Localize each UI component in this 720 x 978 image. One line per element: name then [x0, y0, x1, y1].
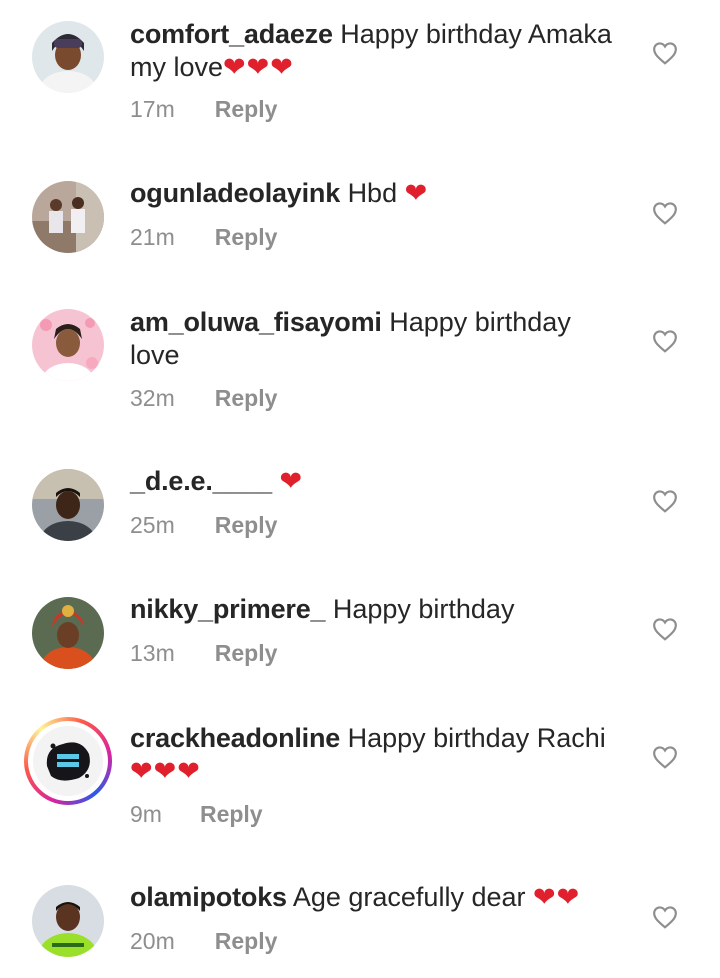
comment-text: ogunladeolayink Hbd ❤ — [130, 177, 620, 210]
reply-button[interactable]: Reply — [215, 928, 278, 955]
comment-body: Happy birthday — [332, 594, 515, 624]
avatar[interactable] — [32, 21, 104, 93]
comment-username[interactable]: crackheadonline — [130, 723, 340, 753]
comment-username[interactable]: _d.e.e.____ — [130, 466, 272, 496]
profile-photo-icon — [32, 885, 104, 957]
comment-timestamp: 13m — [130, 640, 175, 666]
story-ring-inner — [28, 721, 108, 801]
avatar[interactable] — [32, 885, 104, 957]
reply-button[interactable]: Reply — [215, 224, 278, 251]
like-heart-icon[interactable] — [652, 41, 678, 65]
comment-username[interactable]: am_oluwa_fisayomi — [130, 307, 382, 337]
comment-username[interactable]: ogunladeolayink — [130, 178, 340, 208]
comment-text: olamipotoks Age gracefully dear ❤❤ — [130, 881, 620, 914]
like-heart-icon[interactable] — [652, 905, 678, 929]
comment-body: Hbd — [347, 178, 405, 208]
heart-emoji: ❤❤❤ — [130, 756, 201, 786]
comment-username[interactable]: nikky_primere_ — [130, 594, 326, 624]
like-heart-icon[interactable] — [652, 489, 678, 513]
comment-meta: 13m Reply — [130, 640, 277, 667]
comment-body-line2: my love — [130, 52, 224, 82]
comment-body: Age gracefully dear — [292, 882, 533, 912]
profile-photo-icon — [32, 21, 104, 93]
comment-username[interactable]: comfort_adaeze — [130, 19, 333, 49]
comment-meta: 25m Reply — [130, 512, 277, 539]
comment-meta: 20m Reply — [130, 928, 277, 955]
reply-button[interactable]: Reply — [200, 801, 263, 828]
comment-timestamp: 25m — [130, 512, 175, 538]
profile-photo-icon — [32, 181, 104, 253]
comment-meta: 32m Reply — [130, 385, 277, 412]
avatar[interactable] — [32, 309, 104, 381]
crackheads-logo-icon — [33, 726, 103, 796]
comment-timestamp: 32m — [130, 385, 175, 411]
like-heart-icon[interactable] — [652, 329, 678, 353]
heart-emoji: ❤❤ — [532, 882, 581, 912]
comment-text: _d.e.e.____ ❤ — [130, 465, 620, 498]
comment-username[interactable]: olamipotoks — [130, 882, 287, 912]
comment-text: am_oluwa_fisayomi Happy birthday love — [130, 306, 620, 372]
comment-timestamp: 9m — [130, 801, 162, 827]
comment-text: nikky_primere_ Happy birthday — [130, 593, 620, 626]
comment-meta: 9m Reply — [130, 801, 263, 828]
profile-photo-icon — [32, 469, 104, 541]
like-heart-icon[interactable] — [652, 617, 678, 641]
comment-meta: 21m Reply — [130, 224, 277, 251]
like-heart-icon[interactable] — [652, 201, 678, 225]
heart-emoji: ❤ — [279, 466, 304, 496]
like-heart-icon[interactable] — [652, 745, 678, 769]
comment-body: Happy birthday — [389, 307, 571, 337]
comment-body: Happy birthday Amaka — [340, 19, 612, 49]
avatar[interactable] — [32, 469, 104, 541]
avatar[interactable] — [32, 597, 104, 669]
comment-text: crackheadonline Happy birthday Rachi ❤❤❤ — [130, 722, 620, 788]
comment-text: comfort_adaeze Happy birthday Amaka my l… — [130, 18, 620, 84]
heart-emoji: ❤ — [404, 178, 429, 208]
comment-timestamp: 21m — [130, 224, 175, 250]
heart-emoji: ❤❤❤ — [223, 52, 294, 82]
reply-button[interactable]: Reply — [215, 385, 278, 412]
avatar[interactable] — [32, 181, 104, 253]
comment-meta: 17m Reply — [130, 96, 277, 123]
comment-body-line2: love — [130, 340, 180, 370]
reply-button[interactable]: Reply — [215, 96, 278, 123]
avatar-with-story-ring[interactable] — [24, 717, 112, 805]
comment-body: Happy birthday Rachi — [347, 723, 606, 753]
reply-button[interactable]: Reply — [215, 640, 278, 667]
comment-timestamp: 17m — [130, 96, 175, 122]
comment-timestamp: 20m — [130, 928, 175, 954]
reply-button[interactable]: Reply — [215, 512, 278, 539]
profile-photo-icon — [32, 597, 104, 669]
profile-photo-icon — [32, 309, 104, 381]
